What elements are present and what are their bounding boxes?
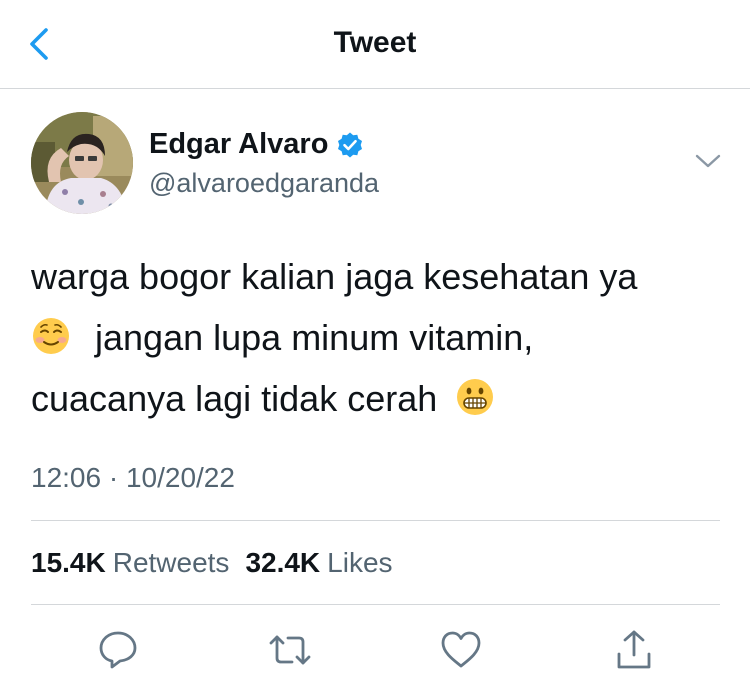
tweet-text: warga bogor kalian jaga kesehatan ya jan… xyxy=(31,246,721,429)
tweet-line-2-text: jangan lupa minum vitamin, xyxy=(95,317,534,358)
like-icon xyxy=(441,631,481,668)
retweets-count: 15.4K xyxy=(31,547,106,578)
retweets-label: Retweets xyxy=(112,547,230,578)
tweet-stats: 15.4K Retweets 32.4K Likes xyxy=(31,547,393,579)
tweet-line-2: jangan lupa minum vitamin, xyxy=(31,307,721,368)
user-handle[interactable]: @alvaroedgaranda xyxy=(149,168,379,199)
divider xyxy=(31,604,720,605)
tweet-line-3-text: cuacanya lagi tidak cerah xyxy=(31,378,438,419)
share-button[interactable] xyxy=(612,628,656,672)
grimacing-face-icon xyxy=(457,379,494,415)
display-name[interactable]: Edgar Alvaro xyxy=(149,128,328,161)
likes-count: 32.4K xyxy=(245,547,321,578)
avatar[interactable] xyxy=(31,112,133,214)
tweet-line-3: cuacanya lagi tidak cerah xyxy=(31,368,721,429)
tweet-actions xyxy=(0,622,750,672)
verified-badge-icon xyxy=(338,132,363,157)
like-button[interactable] xyxy=(439,628,483,672)
smiling-face-icon xyxy=(33,318,69,354)
tweet-timestamp[interactable]: 12:06 · 10/20/22 xyxy=(31,462,235,494)
divider xyxy=(31,520,720,521)
retweet-button[interactable] xyxy=(268,628,312,672)
likes-label: Likes xyxy=(327,547,393,578)
likes-stat[interactable]: 32.4K Likes xyxy=(245,547,392,579)
retweets-stat[interactable]: 15.4K Retweets xyxy=(31,547,229,579)
nav-bar: Tweet xyxy=(0,0,750,89)
share-icon xyxy=(617,630,651,669)
name-row: Edgar Alvaro xyxy=(149,128,364,161)
chevron-down-icon xyxy=(695,154,721,168)
tweet-line-1: warga bogor kalian jaga kesehatan ya xyxy=(31,256,638,297)
page-title: Tweet xyxy=(333,26,417,59)
reply-icon xyxy=(99,631,137,669)
retweet-icon xyxy=(269,635,311,665)
reply-button[interactable] xyxy=(96,628,140,672)
more-options-button[interactable] xyxy=(693,150,723,172)
tweet-header: Edgar Alvaro @alvaroedgaranda xyxy=(31,112,721,216)
